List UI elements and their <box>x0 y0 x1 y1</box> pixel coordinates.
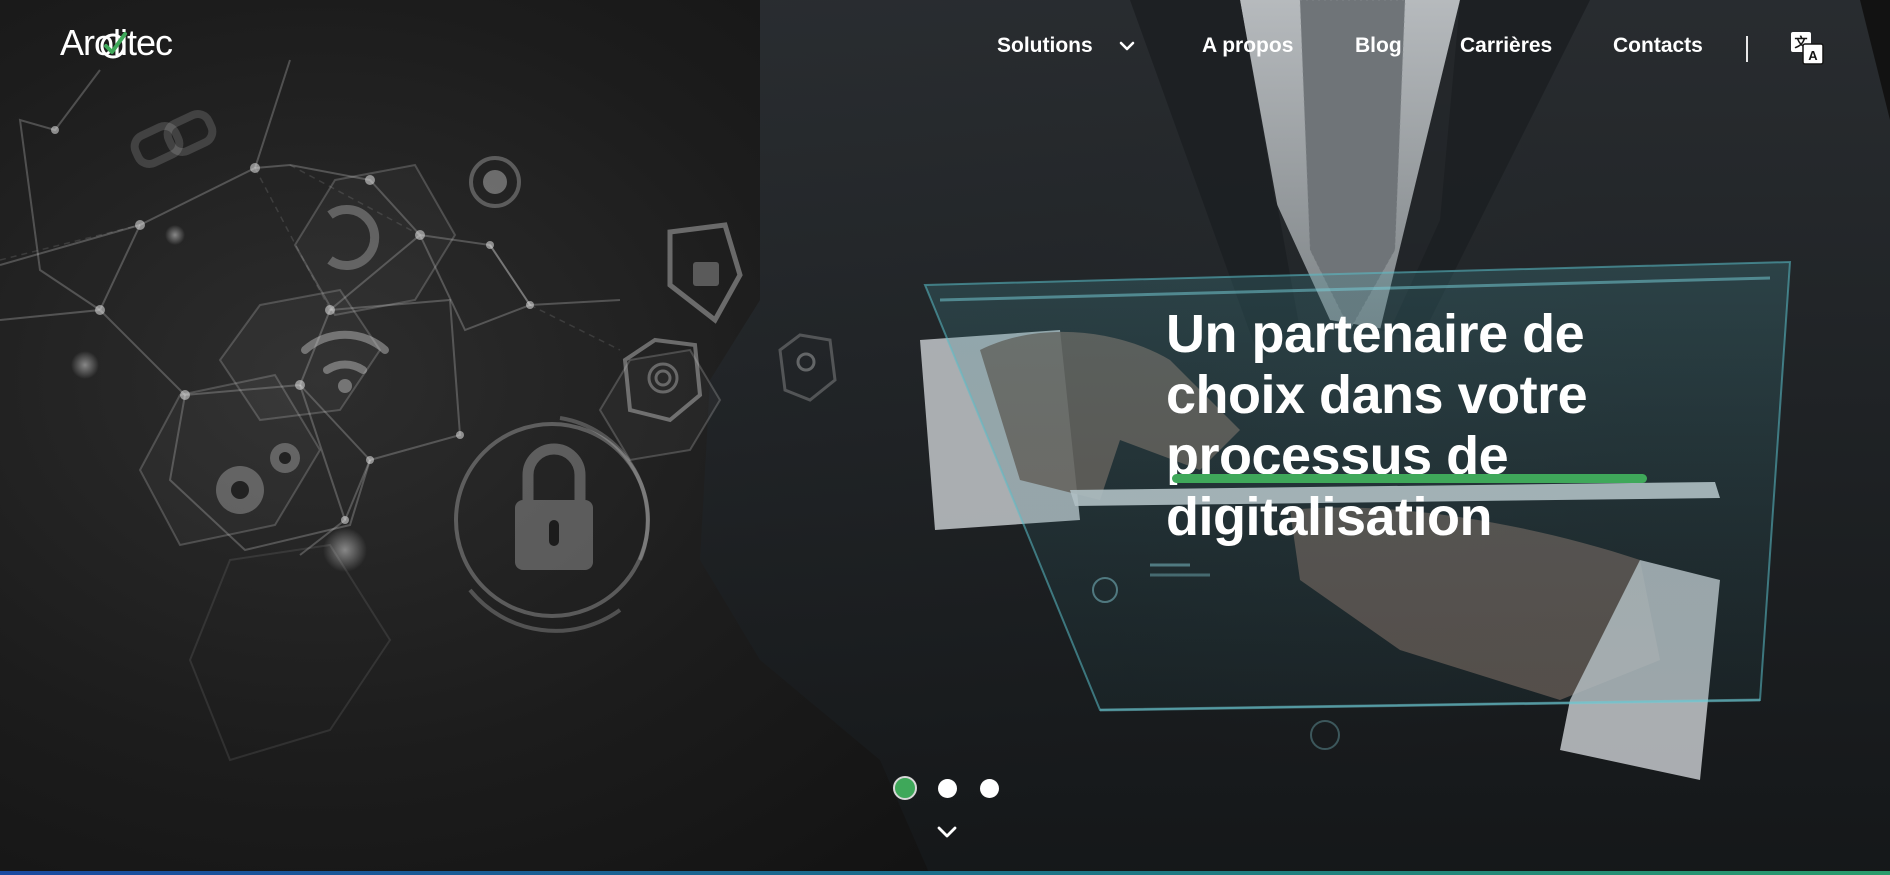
carousel-dot-2[interactable] <box>938 779 957 798</box>
main-nav: Solutions A propos Blog Carrières Contac… <box>0 34 1890 64</box>
bottom-accent-strip <box>0 871 1890 875</box>
carousel-dot-3[interactable] <box>980 779 999 798</box>
nav-item-solutions[interactable]: Solutions <box>997 34 1093 58</box>
nav-item-contacts[interactable]: Contacts <box>1613 34 1703 58</box>
svg-text:A: A <box>1808 48 1818 63</box>
chevron-down-icon[interactable] <box>1119 40 1135 52</box>
hero-headline-line: digitalisation <box>1166 487 1493 547</box>
hero-headline: Un partenaire de choix dans votre proces… <box>1166 304 1726 548</box>
top-navigation-bar: Arolitec Solutions A propos Blog Carrièr… <box>0 0 1890 96</box>
nav-item-blog[interactable]: Blog <box>1355 34 1402 58</box>
chevron-down-icon[interactable] <box>936 824 958 840</box>
nav-item-carrieres[interactable]: Carrières <box>1460 34 1552 58</box>
nav-item-a-propos[interactable]: A propos <box>1202 34 1293 58</box>
hero-headline-line: choix dans votre <box>1166 365 1588 425</box>
carousel-dot-1-active[interactable] <box>893 776 917 800</box>
nav-divider <box>1746 36 1748 62</box>
hero-headline-line: Un partenaire de <box>1166 304 1585 364</box>
carousel-pagination <box>0 776 1890 802</box>
translate-icon[interactable]: 文 A <box>1790 31 1824 65</box>
hero-section: Arolitec Solutions A propos Blog Carrièr… <box>0 0 1890 875</box>
headline-underline-accent <box>1172 474 1647 483</box>
